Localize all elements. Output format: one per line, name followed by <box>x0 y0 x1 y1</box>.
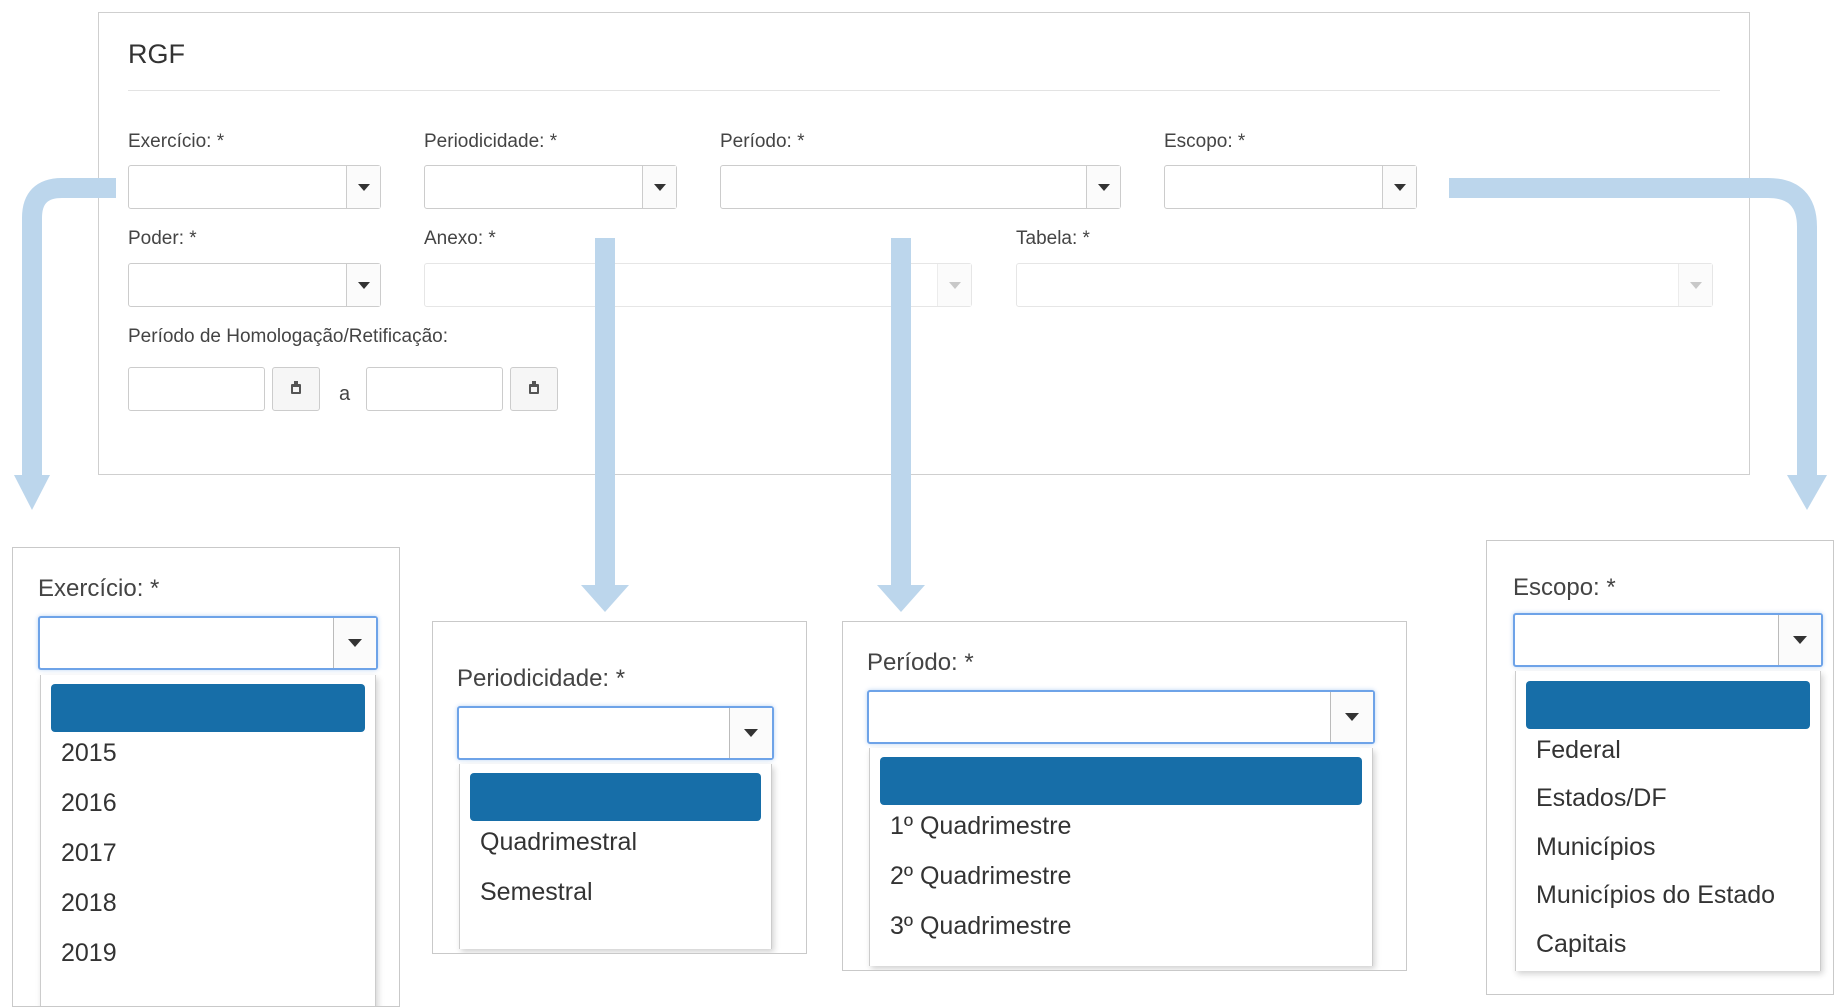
escopo-arrowhead <box>1787 475 1827 510</box>
exercicio-zoom-label: Exercício: * <box>38 575 160 602</box>
exercicio-zoom-select[interactable] <box>38 616 378 670</box>
periodicidade-zoom-select[interactable] <box>457 706 774 760</box>
exercicio-zoom-card: Exercício: * 2015 2016 2017 2018 2019 <box>12 547 400 1007</box>
exercicio-callout-arrow <box>22 178 116 475</box>
escopo-callout-arrow <box>1449 178 1817 475</box>
escopo-option[interactable]: Capitais <box>1536 930 1626 959</box>
exercicio-arrowhead <box>14 475 50 510</box>
exercicio-zoom-dropdown-button[interactable] <box>333 618 376 668</box>
periodicidade-zoom-dropdown-button[interactable] <box>729 708 772 758</box>
escopo-option[interactable]: Municípios do Estado <box>1536 881 1775 910</box>
escopo-option[interactable]: Federal <box>1536 736 1621 765</box>
periodicidade-option[interactable]: Quadrimestral <box>480 828 637 857</box>
escopo-option[interactable]: Estados/DF <box>1536 784 1667 813</box>
escopo-option[interactable]: Municípios <box>1536 833 1656 862</box>
escopo-zoom-card: Escopo: * Federal Estados/DF Municípios … <box>1486 540 1834 995</box>
periodicidade-option-selected[interactable] <box>470 773 761 821</box>
escopo-zoom-select[interactable] <box>1513 613 1823 667</box>
exercicio-option[interactable]: 2018 <box>61 889 117 918</box>
exercicio-option[interactable]: 2019 <box>61 939 117 968</box>
caret-down-icon <box>348 639 362 647</box>
periodo-zoom-label: Período: * <box>867 649 974 676</box>
periodicidade-arrowhead <box>581 585 629 612</box>
caret-down-icon <box>1345 713 1359 721</box>
periodo-zoom-dropdown-button[interactable] <box>1330 692 1373 742</box>
exercicio-option[interactable]: 2015 <box>61 739 117 768</box>
periodo-zoom-card: Período: * 1º Quadrimestre 2º Quadrimest… <box>842 621 1407 971</box>
periodo-option[interactable]: 2º Quadrimestre <box>890 862 1071 891</box>
periodo-arrowhead <box>877 585 925 612</box>
escopo-options-list: Federal Estados/DF Municípios Municípios… <box>1515 671 1821 971</box>
escopo-zoom-dropdown-button[interactable] <box>1778 615 1821 665</box>
exercicio-option-selected[interactable] <box>51 684 365 732</box>
periodicidade-zoom-label: Periodicidade: * <box>457 665 626 692</box>
exercicio-option[interactable]: 2016 <box>61 789 117 818</box>
exercicio-options-list: 2015 2016 2017 2018 2019 <box>40 675 376 1006</box>
periodicidade-options-list: Quadrimestral Semestral <box>459 764 772 949</box>
periodo-zoom-select[interactable] <box>867 690 1375 744</box>
escopo-zoom-label: Escopo: * <box>1513 574 1616 601</box>
periodo-options-list: 1º Quadrimestre 2º Quadrimestre 3º Quadr… <box>869 748 1373 966</box>
periodo-option[interactable]: 1º Quadrimestre <box>890 812 1071 841</box>
periodo-option[interactable]: 3º Quadrimestre <box>890 912 1071 941</box>
periodo-option-selected[interactable] <box>880 757 1362 805</box>
periodicidade-option[interactable]: Semestral <box>480 878 593 907</box>
periodicidade-zoom-card: Periodicidade: * Quadrimestral Semestral <box>432 621 807 954</box>
caret-down-icon <box>1793 636 1807 644</box>
caret-down-icon <box>744 729 758 737</box>
escopo-option-selected[interactable] <box>1526 681 1810 729</box>
exercicio-option[interactable]: 2017 <box>61 839 117 868</box>
